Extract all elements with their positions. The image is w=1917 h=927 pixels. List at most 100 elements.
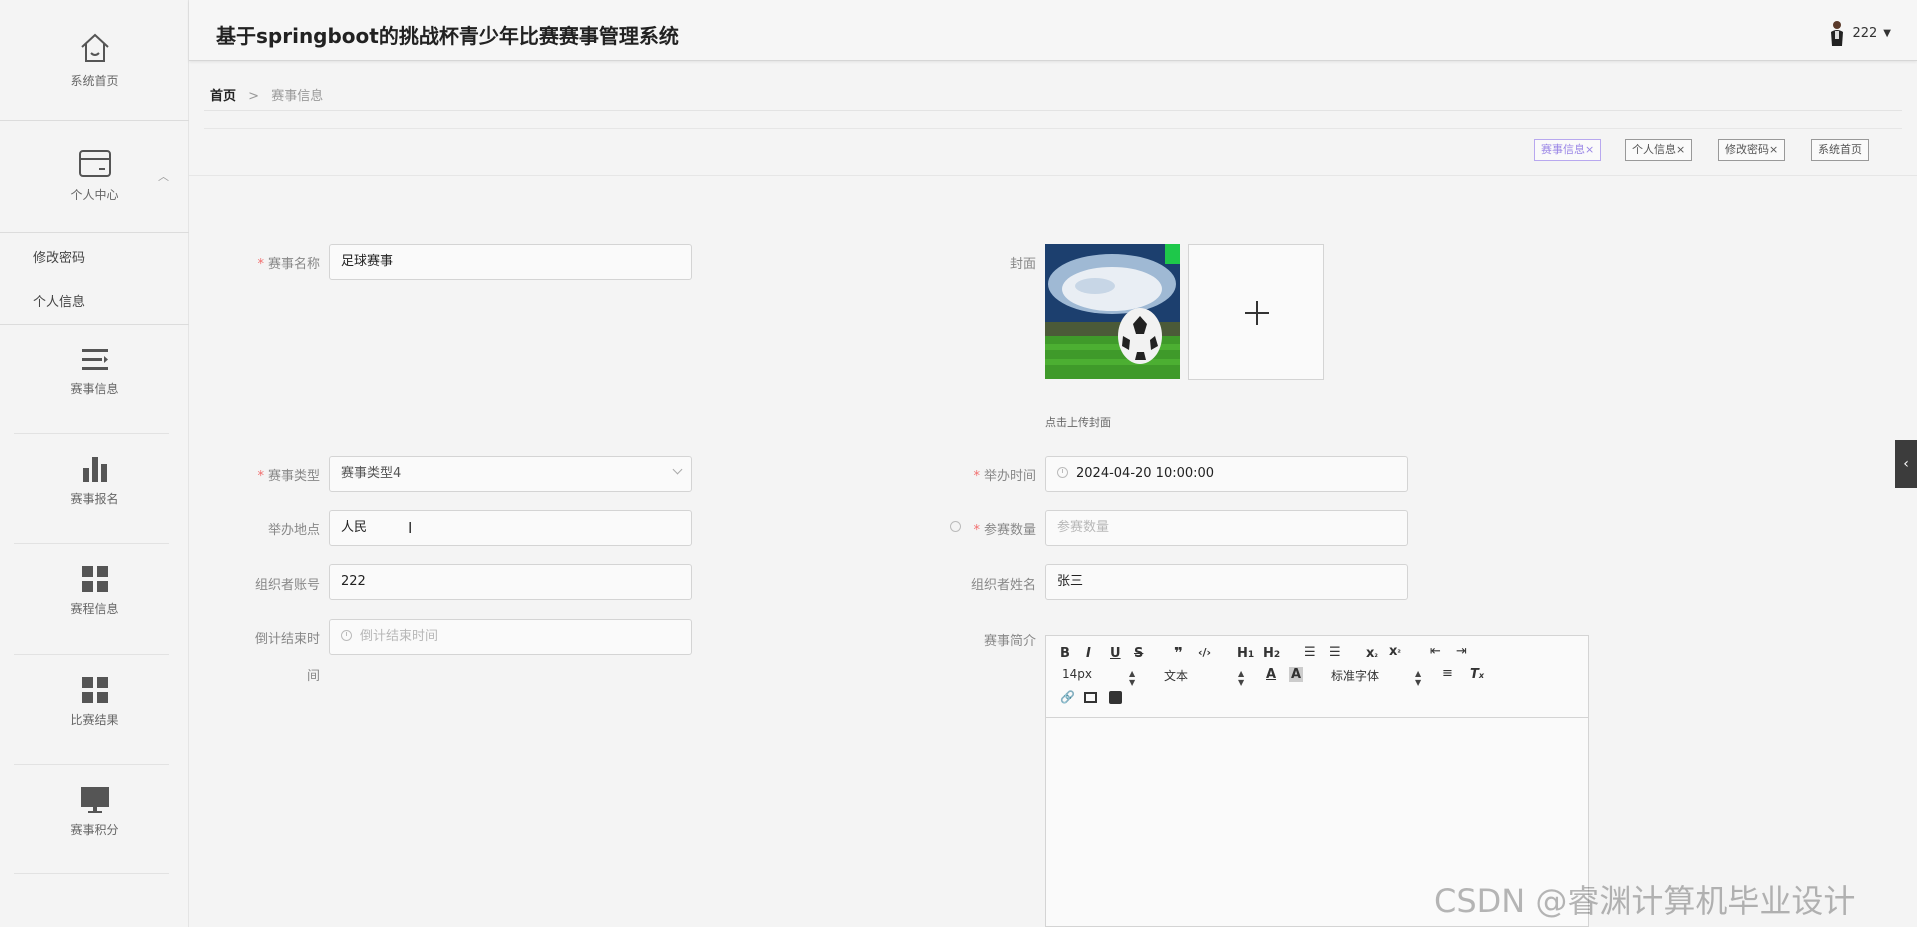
participants-input[interactable]: 参赛数量 <box>1045 510 1408 546</box>
hold-time-picker[interactable]: 2024-04-20 10:00:00 <box>1045 456 1408 492</box>
background-color-icon[interactable]: A <box>1289 667 1304 682</box>
event-name-input[interactable]: 足球赛事 <box>329 244 692 280</box>
organizer-name-input[interactable]: 张三 <box>1045 564 1408 600</box>
clock-icon <box>1057 467 1068 478</box>
sidebar-item-label: 比赛结果 <box>70 713 119 727</box>
chevron-down-icon <box>672 464 683 475</box>
superscript-icon[interactable]: x² <box>1389 644 1401 659</box>
clear-format-icon[interactable]: Tx <box>1470 667 1484 682</box>
subscript-icon[interactable]: x₂ <box>1366 646 1378 661</box>
chevron-up-icon[interactable]: ︿ <box>158 168 169 184</box>
grid-icon <box>81 566 108 592</box>
datetime-value: 2024-04-20 10:00:00 <box>1076 466 1215 481</box>
soccer-ball-image <box>1045 244 1180 379</box>
required-mark: * <box>973 469 980 484</box>
top-header: 基于springboot的挑战杯青少年比赛赛事管理系统 222 ▼ <box>189 0 1917 61</box>
event-type-select[interactable]: 赛事类型4 <box>329 456 692 492</box>
close-icon[interactable]: × <box>1676 143 1685 156</box>
countdown-end-label-cont: 间 <box>306 669 320 684</box>
close-icon[interactable]: × <box>1769 143 1778 156</box>
divider <box>14 543 169 544</box>
participants-label: * 参赛数量 <box>946 519 1036 538</box>
watermark: CSDN @睿渊计算机毕业设计 <box>1434 882 1856 920</box>
home-icon <box>80 33 109 62</box>
organizer-account-input[interactable]: 222 <box>329 564 692 600</box>
italic-icon[interactable]: I <box>1086 646 1091 661</box>
strike-icon[interactable]: S <box>1134 646 1143 661</box>
cover-upload-button[interactable] <box>1188 244 1324 380</box>
close-icon[interactable]: × <box>1585 143 1594 156</box>
chevron-left-icon[interactable]: ‹ <box>1895 440 1917 488</box>
sidebar-item-points[interactable]: 赛事积分 <box>0 785 189 838</box>
hold-time-label: * 举办时间 <box>946 465 1036 484</box>
sidebar-item-results[interactable]: 比赛结果 <box>0 675 189 728</box>
image-icon[interactable] <box>1084 692 1097 703</box>
breadcrumb-separator: > <box>248 89 260 104</box>
sidebar-item-schedule[interactable]: 赛程信息 <box>0 564 189 617</box>
event-name-label: * 赛事名称 <box>232 253 320 272</box>
sidebar-item-registration[interactable]: 赛事报名 <box>0 454 189 507</box>
blockquote-icon[interactable]: ❞ <box>1174 644 1183 662</box>
countdown-end-label: 倒计结束时 <box>254 632 320 647</box>
font-color-icon[interactable]: A <box>1266 667 1276 682</box>
link-icon[interactable]: 🔗 <box>1060 690 1075 704</box>
breadcrumb-home[interactable]: 首页 <box>210 89 236 104</box>
divider <box>14 654 169 655</box>
cover-label: 封面 <box>1009 257 1036 272</box>
tag-change-password[interactable]: 修改密码× <box>1718 139 1786 161</box>
select-value: 14px <box>1062 667 1092 681</box>
divider <box>14 433 169 434</box>
video-icon[interactable] <box>1109 691 1122 704</box>
divider <box>0 324 189 325</box>
editor-toolbar: B I U S ❞ ‹/› H1 H2 ☰ ☰ x₂ x² ⇤ ⇥ 14px ▲ ▼… <box>1046 636 1588 718</box>
sidebar-item-home[interactable]: 系统首页 <box>0 30 189 89</box>
label-text: 举办时间 <box>983 469 1036 484</box>
sidebar-item-event-info[interactable]: 赛事信息 <box>0 346 189 397</box>
align-icon[interactable]: ≡ <box>1442 666 1453 681</box>
tag-system-home[interactable]: 系统首页 <box>1811 139 1869 161</box>
tag-label: 赛事信息 <box>1541 143 1585 156</box>
divider <box>0 120 189 121</box>
updown-icon: ▲ ▼ <box>1129 669 1136 687</box>
tag-event-info[interactable]: 赛事信息× <box>1534 139 1602 161</box>
divider <box>14 873 169 874</box>
bold-icon[interactable]: B <box>1060 646 1070 661</box>
underline-icon[interactable]: U <box>1110 646 1121 661</box>
updown-icon: ▲ ▼ <box>1415 669 1422 687</box>
indent-icon[interactable]: ⇥ <box>1456 644 1467 659</box>
divider <box>204 128 1902 129</box>
sidebar-item-label: 系统首页 <box>70 74 119 88</box>
divider <box>189 175 1917 176</box>
code-block-icon[interactable]: ‹/› <box>1198 646 1211 659</box>
grid-icon <box>81 677 108 703</box>
font-size-select[interactable]: 14px ▲ ▼ <box>1062 667 1135 687</box>
sidebar-subitem-personal-info[interactable]: 个人信息 <box>33 291 85 310</box>
clock-icon <box>341 630 352 641</box>
intro-label: 赛事简介 <box>983 634 1036 649</box>
hold-place-input[interactable]: 人民 I <box>329 510 692 546</box>
cover-image[interactable] <box>1045 244 1180 379</box>
required-mark: * <box>257 469 264 484</box>
monitor-icon <box>80 787 109 813</box>
label-text: 参赛数量 <box>983 523 1036 538</box>
outdent-icon[interactable]: ⇤ <box>1430 644 1441 659</box>
tag-label: 系统首页 <box>1818 143 1862 156</box>
tag-personal-info[interactable]: 个人信息× <box>1625 139 1693 161</box>
header-2-icon[interactable]: H2 <box>1263 646 1280 661</box>
user-menu[interactable]: 222 ▼ <box>1828 20 1891 46</box>
caret-down-icon: ▼ <box>1883 27 1891 39</box>
cover-upload-hint: 点击上传封面 <box>1045 416 1111 429</box>
header-select[interactable]: 文本 ▲ ▼ <box>1164 667 1244 687</box>
ordered-list-icon[interactable]: ☰ <box>1304 645 1316 660</box>
card-icon <box>78 150 111 177</box>
header-1-icon[interactable]: H1 <box>1237 646 1254 661</box>
bullet-list-icon[interactable]: ☰ <box>1329 645 1341 660</box>
countdown-end-picker[interactable]: 倒计结束时间 <box>329 619 692 655</box>
divider <box>204 110 1902 111</box>
font-family-select[interactable]: 标准字体 ▲ ▼ <box>1331 667 1421 687</box>
updown-icon: ▲ ▼ <box>1238 669 1245 687</box>
menu-lines-icon <box>81 349 108 370</box>
hold-place-label: 举办地点 <box>267 523 320 538</box>
sidebar-subitem-change-password[interactable]: 修改密码 <box>33 247 85 266</box>
organizer-account-label: 组织者账号 <box>254 578 320 593</box>
